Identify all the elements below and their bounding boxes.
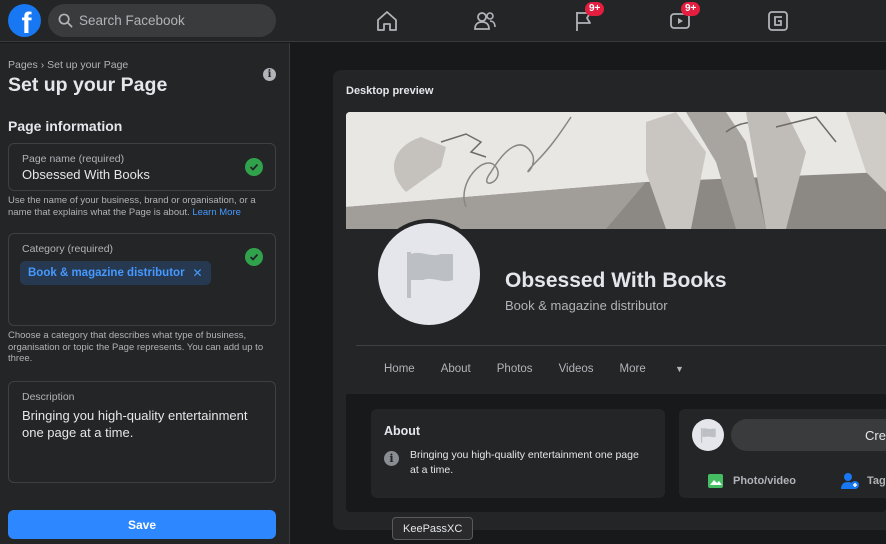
tag-people-icon: [841, 473, 859, 489]
preview-page-name: Obsessed With Books: [505, 269, 727, 292]
category-field[interactable]: Category (required) Book & magazine dist…: [8, 233, 276, 326]
watch-notification-badge: 9+: [681, 2, 701, 16]
category-chip-label: Book & magazine distributor: [28, 267, 185, 279]
description-field[interactable]: Description Bringing you high-quality en…: [8, 381, 276, 483]
learn-more-link[interactable]: Learn More: [192, 207, 241, 218]
search-icon: [58, 13, 73, 28]
tab-more-label: More: [619, 363, 646, 375]
preview-page-category: Book & magazine distributor: [505, 298, 668, 313]
desktop-preview-panel: Desktop preview Obsessed With Books Book…: [333, 70, 886, 530]
flag-icon: [700, 427, 716, 443]
tab-videos[interactable]: Videos: [559, 363, 594, 375]
tab-more[interactable]: More ▼: [620, 363, 710, 375]
create-post-card: Cre Photo/video Tag: [679, 409, 886, 498]
page-title: Set up your Page: [8, 74, 168, 96]
info-icon: i: [384, 451, 399, 466]
divider: [356, 345, 886, 346]
caret-down-icon: ▼: [674, 364, 684, 374]
profile-card: Obsessed With Books Book & magazine dist…: [346, 219, 886, 394]
cover-illustration: [346, 112, 886, 229]
search-box[interactable]: [48, 4, 276, 37]
about-title: About: [384, 424, 421, 438]
create-post-text: Cre: [865, 427, 886, 443]
preview-tabs: Home About Photos Videos More ▼: [384, 363, 736, 375]
page-name-label: Page name (required): [22, 153, 125, 165]
category-help: Choose a category that describes what ty…: [8, 330, 264, 364]
about-card: About i Bringing you high-quality entert…: [371, 409, 665, 498]
description-label: Description: [22, 391, 75, 403]
gaming-icon[interactable]: [765, 8, 791, 34]
category-chip[interactable]: Book & magazine distributor ✕: [20, 261, 211, 285]
photo-video-label: Photo/video: [733, 475, 796, 487]
keepassxc-tooltip: KeePassXC: [392, 517, 474, 540]
create-post-input[interactable]: Cre: [731, 419, 886, 451]
profile-avatar[interactable]: [374, 219, 484, 329]
photo-video-action[interactable]: Photo/video: [706, 471, 796, 491]
page-name-input[interactable]: Obsessed With Books: [22, 166, 150, 183]
friends-icon[interactable]: [472, 8, 498, 34]
category-label: Category (required): [22, 243, 114, 255]
description-textarea[interactable]: Bringing you high-quality entertainment …: [22, 407, 267, 441]
tag-people-action[interactable]: Tag: [840, 471, 886, 491]
page-name-field[interactable]: Page name (required) Obsessed With Books: [8, 143, 276, 191]
info-icon[interactable]: i: [263, 68, 276, 81]
tab-about[interactable]: About: [441, 363, 471, 375]
search-input[interactable]: [79, 13, 259, 28]
preview-label: Desktop preview: [346, 85, 434, 97]
top-navigation-bar: f 9+ 9+: [0, 0, 886, 42]
tag-people-label: Tag: [867, 475, 886, 487]
checkmark-icon: [245, 158, 263, 176]
flag-icon: [407, 252, 453, 298]
tab-photos[interactable]: Photos: [497, 363, 533, 375]
save-button[interactable]: Save: [8, 510, 276, 539]
page-name-help: Use the name of your business, brand or …: [8, 195, 280, 218]
mini-avatar: [692, 419, 724, 451]
page-setup-panel: Pages › Set up your Page Set up your Pag…: [0, 43, 290, 544]
preview-page: Obsessed With Books Book & magazine dist…: [346, 112, 886, 512]
checkmark-icon: [245, 248, 263, 266]
home-icon[interactable]: [374, 8, 400, 34]
watch-icon[interactable]: 9+: [667, 2, 701, 34]
remove-chip-icon[interactable]: ✕: [193, 266, 203, 280]
breadcrumb[interactable]: Pages › Set up your Page: [8, 59, 128, 71]
pages-flag-icon[interactable]: 9+: [571, 2, 605, 34]
facebook-logo[interactable]: f: [8, 4, 41, 37]
flag-notification-badge: 9+: [585, 2, 605, 16]
section-heading: Page information: [8, 118, 123, 134]
tab-home[interactable]: Home: [384, 363, 415, 375]
photo-icon: [708, 474, 723, 488]
about-text: Bringing you high-quality entertainment …: [410, 449, 639, 476]
